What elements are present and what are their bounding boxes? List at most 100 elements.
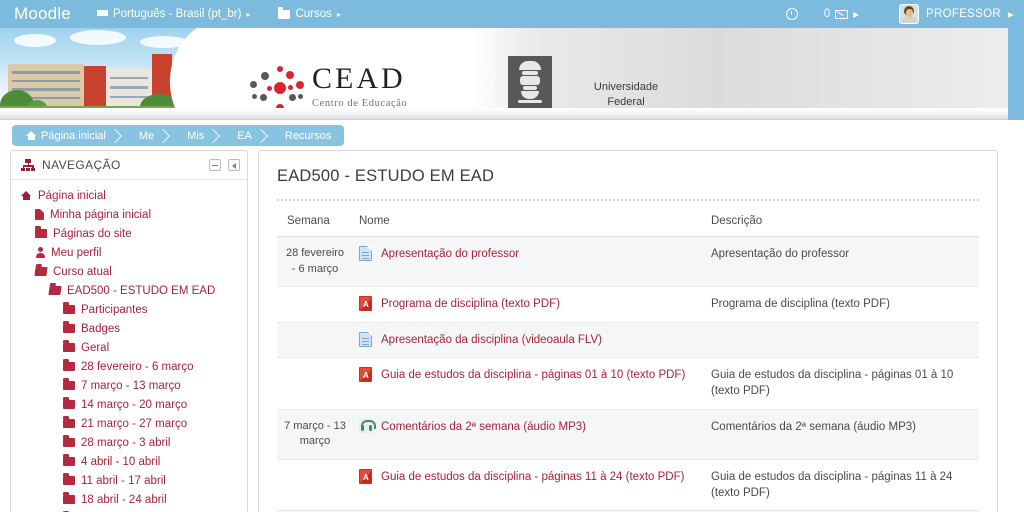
breadcrumb-item-home[interactable]: Página inicial: [12, 125, 119, 146]
chevron-right-icon: ▸: [1007, 9, 1014, 21]
breadcrumb-label: EA: [237, 129, 252, 142]
row-week: [277, 459, 353, 512]
user-icon: [35, 247, 45, 258]
folder-icon: [35, 226, 47, 238]
folder-icon: [63, 454, 75, 466]
resource-link[interactable]: Apresentação da disciplina (videoaula FL…: [359, 331, 699, 348]
row-description: [705, 322, 979, 358]
collapse-block-button[interactable]: [209, 159, 221, 171]
sidebar-item-label: Página inicial: [38, 189, 106, 202]
resource-link-label: Apresentação do professor: [381, 248, 520, 260]
sidebar-item-paginas-do-site[interactable]: Páginas do site: [11, 224, 247, 243]
breadcrumb-item-me[interactable]: Me: [119, 125, 167, 146]
row-name: Apresentação do professor: [353, 236, 705, 288]
sidebar-item-label: Participantes: [81, 303, 148, 316]
user-menu[interactable]: PROFESSOR ▸: [899, 4, 1014, 24]
table-row: Apresentação da disciplina (videoaula FL…: [277, 322, 979, 358]
breadcrumb-item-ea[interactable]: EA: [217, 125, 265, 146]
university-name-line1: Universidade Federal: [593, 81, 659, 108]
pdf-icon: [359, 296, 372, 312]
row-description: Guia de estudos da disciplina - páginas …: [705, 459, 979, 512]
sidebar-item-label: 7 março - 13 março: [81, 379, 181, 392]
sidebar-item-label: 21 março - 27 março: [81, 417, 188, 430]
sidebar-item-week-4[interactable]: 21 março - 27 março: [11, 414, 247, 433]
page-icon: [359, 245, 373, 261]
table-row: Guia de estudos da disciplina - páginas …: [277, 357, 979, 410]
sidebar-item-meu-perfil[interactable]: Meu perfil: [11, 243, 247, 262]
table-header-row: Semana Nome Descrição: [277, 215, 979, 237]
sidebar-item-week-7[interactable]: 11 abril - 17 abril: [11, 471, 247, 490]
resource-link-label: Apresentação da disciplina (videoaula FL…: [381, 333, 602, 346]
sidebar-item-week-5[interactable]: 28 março - 3 abril: [11, 433, 247, 452]
sidebar-item-label: EAD500 - ESTUDO EM EAD: [67, 284, 216, 297]
right-edge-strip: [1008, 28, 1024, 120]
row-name: Apresentação da disciplina (videoaula FL…: [353, 322, 705, 358]
folder-icon: [278, 7, 291, 19]
resource-link[interactable]: Comentários da 2ª semana (áudio MP3): [359, 418, 699, 435]
sidebar-item-label: Curso atual: [53, 265, 112, 278]
table-row: Guia de estudos da disciplina - páginas …: [277, 459, 979, 512]
resource-link[interactable]: Apresentação do professor: [359, 245, 699, 262]
sidebar-item-week-3[interactable]: 14 março - 20 março: [11, 395, 247, 414]
chevron-right-icon: ▸: [853, 9, 860, 21]
headphones-icon: [359, 418, 376, 433]
sidebar-item-curso-atual[interactable]: Curso atual: [11, 262, 247, 281]
resource-link[interactable]: Programa de disciplina (texto PDF): [359, 296, 699, 312]
messages-menu[interactable]: 0 ▸: [824, 7, 859, 21]
sidebar-item-label: 18 abril - 24 abril: [81, 493, 167, 506]
folder-icon: [63, 492, 75, 504]
page-layout: NAVEGAÇÃO Página inicial Minha página in…: [0, 150, 1024, 512]
clock-icon[interactable]: [785, 8, 798, 20]
sidebar-item-minha-pagina-inicial[interactable]: Minha página inicial: [11, 205, 247, 224]
folder-icon: [63, 435, 75, 447]
sidebar-item-ead500[interactable]: EAD500 - ESTUDO EM EAD: [11, 281, 247, 300]
row-name: Comentários da 2ª semana (áudio MP3): [353, 409, 705, 460]
sidebar-item-week-2[interactable]: 7 março - 13 março: [11, 376, 247, 395]
topbar-right-group: 0 ▸ PROFESSOR ▸: [785, 4, 1014, 24]
pdf-icon: [359, 366, 372, 382]
page-icon: [359, 331, 373, 347]
home-icon: [26, 131, 36, 140]
flag-icon: [96, 9, 108, 16]
sidebar-item-badges[interactable]: Badges: [11, 319, 247, 338]
folder-open-icon: [48, 286, 62, 295]
top-navigation-bar: Moodle Português - Brasil (pt_br) ▸ Curs…: [0, 0, 1024, 28]
breadcrumb-item-mis[interactable]: Mis: [167, 125, 217, 146]
breadcrumb-label: Me: [138, 129, 155, 142]
language-menu[interactable]: Português - Brasil (pt_br) ▸: [96, 8, 250, 20]
breadcrumb-label: Mis: [187, 129, 205, 142]
envelope-icon: [835, 9, 849, 19]
message-count: 0: [823, 8, 831, 20]
folder-icon: [63, 397, 75, 409]
sidebar-item-label: 11 abril - 17 abril: [81, 474, 166, 487]
sidebar-item-label: Minha página inicial: [50, 208, 152, 221]
sidebar-item-label: Geral: [81, 341, 110, 354]
breadcrumb-item-recursos[interactable]: Recursos: [265, 125, 344, 146]
dock-block-button[interactable]: [228, 159, 240, 171]
row-name: Programa de disciplina (texto PDF): [353, 286, 705, 323]
moodle-brand-logo[interactable]: Moodle: [14, 4, 71, 24]
sidebar-item-geral[interactable]: Geral: [11, 338, 247, 357]
avatar: [899, 4, 920, 24]
sidebar-item-label: 4 abril - 10 abril: [81, 455, 161, 468]
decorative-dot-mesh: [440, 68, 502, 112]
sidebar-item-week-6[interactable]: 4 abril - 10 abril: [11, 452, 247, 471]
column-header-nome: Nome: [353, 215, 705, 237]
sidebar-item-label: 28 março - 3 abril: [81, 436, 171, 449]
ufop-emblem-icon: [508, 56, 552, 114]
sidebar-item-participantes[interactable]: Participantes: [11, 300, 247, 319]
resource-link[interactable]: Guia de estudos da disciplina - páginas …: [359, 468, 699, 485]
resource-link[interactable]: Guia de estudos da disciplina - páginas …: [359, 366, 699, 383]
folder-icon: [63, 302, 75, 314]
navigation-block: NAVEGAÇÃO Página inicial Minha página in…: [10, 150, 248, 512]
courses-menu[interactable]: Cursos ▸: [278, 7, 341, 20]
sidebar-item-week-8[interactable]: 18 abril - 24 abril: [11, 490, 247, 509]
sidebar-item-pagina-inicial[interactable]: Página inicial: [11, 186, 247, 205]
row-description: Comentários da 2ª semana (áudio MP3): [705, 409, 979, 460]
folder-icon: [63, 378, 75, 390]
sidebar-item-week-1[interactable]: 28 fevereiro - 6 março: [11, 357, 247, 376]
breadcrumb-bar: Página inicial Me Mis EA Recursos: [0, 120, 1024, 150]
breadcrumb-label: Recursos: [284, 129, 332, 142]
row-description: Programa de disciplina (texto PDF): [705, 286, 979, 323]
row-week: [277, 322, 353, 358]
